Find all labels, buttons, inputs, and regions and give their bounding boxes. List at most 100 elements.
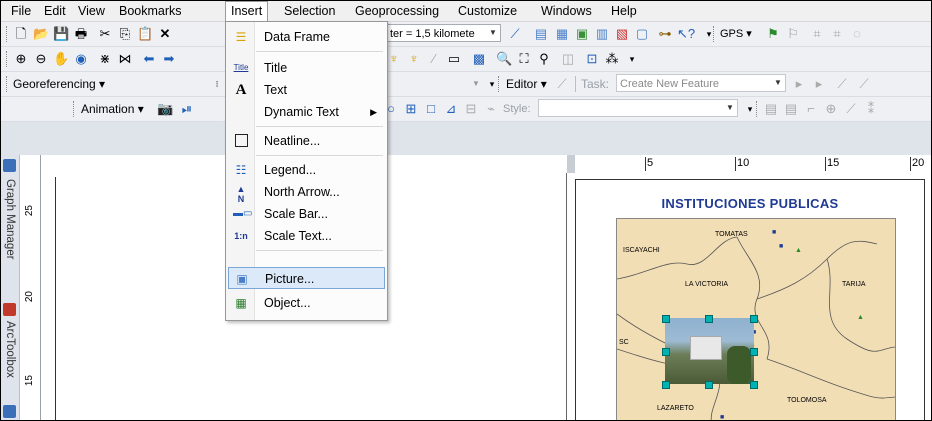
rectangle-tool-icon[interactable]: □ — [423, 101, 439, 117]
search-tab-icon[interactable] — [3, 405, 16, 418]
editor-menu[interactable]: Editor ▾ — [506, 72, 547, 96]
table-of-contents-icon[interactable]: ▤ — [533, 26, 549, 42]
menu-item-label: Legend... — [264, 163, 317, 177]
selection-handle[interactable] — [662, 381, 670, 389]
ruler-tick-label: 20 — [909, 157, 925, 171]
fixed-zoom-in-icon[interactable]: ⋇ — [97, 51, 113, 67]
forward-arrow-icon[interactable]: ➡ — [161, 51, 177, 67]
zoom-out-icon[interactable]: ⊖ — [33, 51, 49, 67]
toolbar-options-icon[interactable]: ▾ — [624, 51, 640, 67]
polygon-tool-icon[interactable]: ⊿ — [443, 101, 459, 117]
layout-page[interactable]: INSTITUCIONES PUBLICAS TOMATAS ISCAYACHI… — [566, 173, 931, 420]
menu-item-data-frame[interactable]: ☰ Data Frame — [228, 26, 385, 48]
identify-icon[interactable]: ⁂ — [604, 51, 620, 67]
menu-item-dynamic-text[interactable]: Dynamic Text ▶ — [228, 101, 385, 123]
graph-manager-icon[interactable] — [3, 159, 16, 172]
copy-icon[interactable]: ⎘ — [117, 26, 133, 42]
grid-tool-icon[interactable]: ⊞ — [403, 101, 419, 117]
paste-icon[interactable]: 📋 — [137, 26, 153, 42]
fixed-zoom-out-icon[interactable]: ⋈ — [117, 51, 133, 67]
menu-item-legend[interactable]: ☷ Legend... — [228, 159, 385, 181]
menu-insert[interactable]: Insert — [225, 1, 269, 22]
model-builder-icon[interactable]: ▢ — [634, 26, 650, 42]
menu-edit[interactable]: Edit — [39, 1, 71, 21]
map-scale-combo[interactable]: ter = 1,5 kilomete ▼ — [386, 24, 501, 42]
gps-menu[interactable]: GPS ▾ — [720, 22, 752, 46]
selection-handle[interactable] — [662, 315, 670, 323]
print-icon[interactable]: 🖶 — [73, 26, 89, 42]
selection-handle[interactable] — [705, 381, 713, 389]
menu-item-object[interactable]: ▦ Object... — [228, 292, 385, 314]
full-extent-icon[interactable]: ◉ — [73, 51, 89, 67]
menu-item-scale-text[interactable]: 1:n Scale Text... — [228, 225, 385, 247]
arctoolbox-window-icon[interactable]: ▥ — [594, 26, 610, 42]
open-folder-icon[interactable]: 📂 — [33, 26, 49, 42]
graph-manager-tab[interactable]: Graph Manager — [2, 179, 18, 260]
selection-handle[interactable] — [750, 381, 758, 389]
delete-icon[interactable]: ✕ — [157, 26, 173, 42]
go-to-xy-icon[interactable]: ⚲ — [536, 51, 552, 67]
create-viewer-icon[interactable]: ⊡ — [584, 51, 600, 67]
map-title[interactable]: INSTITUCIONES PUBLICAS — [576, 196, 924, 211]
gps-log-icon: ⚐ — [787, 26, 799, 41]
arctoolbox-icon[interactable] — [3, 303, 16, 316]
menu-windows[interactable]: Windows — [536, 1, 597, 21]
measure-icon[interactable]: ♆ — [386, 51, 402, 67]
chevron-down-icon[interactable]: ▼ — [486, 25, 500, 41]
menu-customize[interactable]: Customize — [453, 1, 522, 21]
selection-handle[interactable] — [750, 315, 758, 323]
find-route-icon[interactable]: ⛶ — [516, 51, 532, 67]
toolbar-grip[interactable] — [756, 101, 760, 117]
search-window-icon[interactable]: ▣ — [574, 26, 590, 42]
save-icon[interactable]: 💾 — [53, 26, 69, 42]
georeferencing-menu[interactable]: Georeferencing ▾ — [13, 72, 105, 96]
arctoolbox-tab[interactable]: ArcToolbox — [2, 321, 18, 378]
ruler-tick-label: 15 — [824, 157, 840, 171]
toolbar-grip[interactable] — [6, 76, 10, 92]
selection-handle[interactable] — [750, 348, 758, 356]
back-arrow-icon[interactable]: ⬅ — [141, 51, 157, 67]
animation-menu[interactable]: Animation ▾ — [81, 97, 144, 121]
menu-geoprocessing[interactable]: Geoprocessing — [350, 1, 444, 21]
catalog-icon[interactable]: ▦ — [554, 26, 570, 42]
find-icon[interactable]: 🔍 — [496, 51, 512, 67]
menu-item-text[interactable]: A Text — [228, 79, 385, 101]
menu-item-north-arrow[interactable]: ▲ N North Arrow... — [228, 181, 385, 204]
menu-item-scale-bar[interactable]: ▬▭ Scale Bar... — [228, 203, 385, 225]
html-popup-icon[interactable]: ▭ — [446, 51, 462, 67]
arcmap-window: File Edit View Bookmarks Insert Selectio… — [0, 0, 932, 421]
menu-item-picture[interactable]: ▣ Picture... — [228, 267, 385, 289]
menu-selection[interactable]: Selection — [279, 1, 340, 21]
animation-controls-icon[interactable]: ⏯ — [179, 101, 195, 117]
new-document-icon[interactable]: 🗋 — [13, 26, 29, 42]
toolbar-grip[interactable] — [6, 26, 10, 42]
whats-this-icon[interactable]: ↖? — [677, 26, 695, 42]
capture-view-icon[interactable]: 📷 — [157, 101, 173, 117]
menu-file[interactable]: File — [6, 1, 36, 21]
menu-view[interactable]: View — [73, 1, 110, 21]
neatline-icon — [233, 133, 249, 149]
toolbar-options-icon[interactable]: ⁝ — [209, 76, 225, 92]
selection-handle[interactable] — [662, 348, 670, 356]
model-icon[interactable]: ⊶ — [657, 26, 673, 42]
menu-item-neatline[interactable]: Neatline... — [228, 130, 385, 152]
zoom-in-icon[interactable]: ⊕ — [13, 51, 29, 67]
select-features-icon[interactable]: ▩ — [471, 51, 487, 67]
editor-toolbar-icon[interactable]: ⟋ — [507, 26, 523, 42]
menu-bookmarks[interactable]: Bookmarks — [114, 1, 187, 21]
gps-tool-icon[interactable]: ⚑ — [765, 26, 781, 42]
pan-icon[interactable]: ✋ — [53, 51, 69, 67]
toolbar-grip[interactable] — [713, 26, 717, 42]
selection-handle[interactable] — [705, 315, 713, 323]
toolbar-grip[interactable] — [73, 101, 77, 117]
menu-item-title[interactable]: Title Title — [228, 57, 385, 79]
toolbar-grip[interactable] — [6, 51, 10, 67]
menu-help[interactable]: Help — [606, 1, 642, 21]
disabled-tool-icon-4: ⊕ — [825, 101, 837, 116]
toolbar-grip[interactable] — [498, 76, 502, 92]
map-frame[interactable]: TOMATAS ISCAYACHI LA VICTORIA TARIJA TOL… — [616, 218, 896, 420]
cut-icon[interactable]: ✂ — [97, 26, 113, 42]
python-window-icon[interactable]: ▧ — [614, 26, 630, 42]
measure-icon-2[interactable]: ♆ — [406, 51, 422, 67]
inserted-picture[interactable] — [665, 318, 754, 384]
